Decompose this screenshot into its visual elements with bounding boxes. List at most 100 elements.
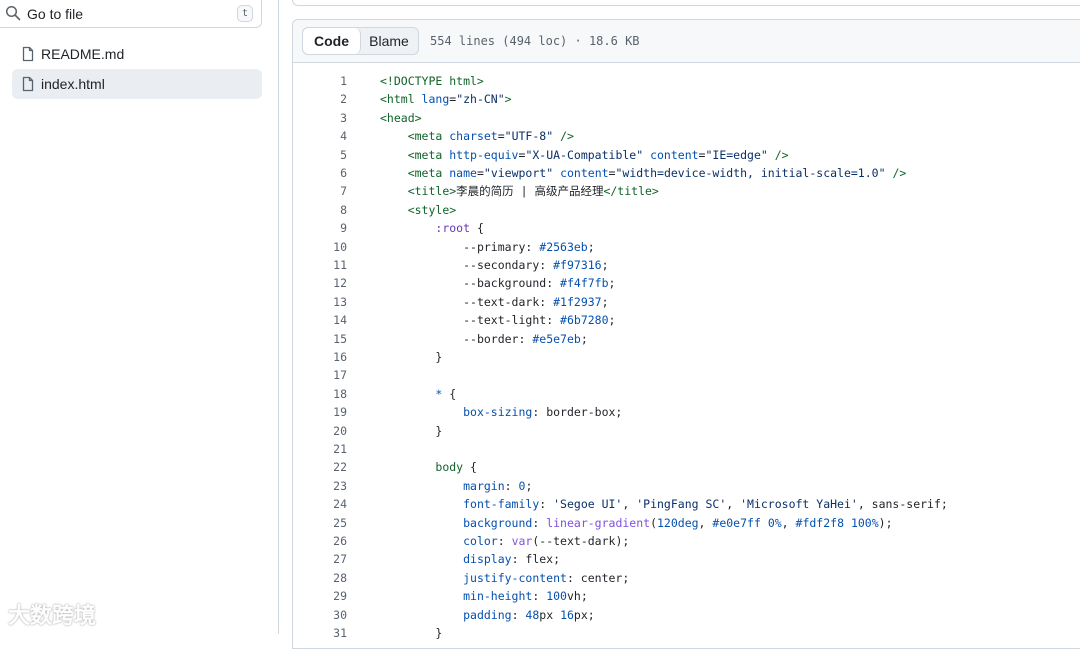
line-content: --background: #f4f7fb; xyxy=(463,276,616,291)
line-content: box-sizing: border-box; xyxy=(463,405,623,420)
code-line: 31 } xyxy=(293,624,1080,642)
code-line: 23 margin: 0; xyxy=(293,477,1080,495)
line-number[interactable]: 26 xyxy=(293,532,347,550)
file-item-readme[interactable]: README.md xyxy=(12,39,262,69)
line-number[interactable]: 31 xyxy=(293,624,347,642)
code-tab[interactable]: Code xyxy=(303,28,361,54)
go-to-file-search[interactable]: Go to file t xyxy=(0,0,262,28)
line-content: --text-dark: #1f2937; xyxy=(463,294,609,309)
code-line: 14 --text-light: #6b7280; xyxy=(293,311,1080,329)
line-number[interactable]: 16 xyxy=(293,348,347,366)
view-mode-toggle: Code Blame xyxy=(302,27,419,55)
line-number[interactable]: 12 xyxy=(293,274,347,292)
code-line: 26 color: var(--text-dark); xyxy=(293,532,1080,550)
line-content: --text-light: #6b7280; xyxy=(463,313,616,328)
line-number[interactable]: 27 xyxy=(293,550,347,568)
line-content: <title>李晨的简历 | 高级产品经理</title> xyxy=(407,184,659,199)
code-line: 16 } xyxy=(293,348,1080,366)
code-viewer: Code Blame 554 lines (494 loc) · 18.6 KB… xyxy=(292,19,1080,649)
line-number[interactable]: 17 xyxy=(293,366,347,384)
line-content: * { xyxy=(435,386,457,401)
line-number[interactable]: 23 xyxy=(293,477,347,495)
code-line: 10 --primary: #2563eb; xyxy=(293,238,1080,256)
line-content: <meta name="viewport" content="width=dev… xyxy=(407,166,907,180)
line-number[interactable]: 14 xyxy=(293,311,347,329)
code-line: 8 <style> xyxy=(293,201,1080,219)
line-number[interactable]: 25 xyxy=(293,514,347,532)
line-number[interactable]: 24 xyxy=(293,495,347,513)
line-number[interactable]: 15 xyxy=(293,330,347,348)
code-line: 11 --secondary: #f97316; xyxy=(293,256,1080,274)
line-number[interactable]: 4 xyxy=(293,127,347,145)
file-name: index.html xyxy=(41,76,105,92)
line-content: padding: 48px 16px; xyxy=(463,607,595,622)
code-line: 1 <!DOCTYPE html> xyxy=(293,72,1080,90)
file-item-index-html[interactable]: index.html xyxy=(12,69,262,99)
code-line: 19 box-sizing: border-box; xyxy=(293,403,1080,421)
line-content: } xyxy=(380,423,443,438)
line-content: <style> xyxy=(407,202,457,217)
line-number[interactable]: 21 xyxy=(293,440,347,458)
line-content: <!DOCTYPE html> xyxy=(380,74,484,88)
file-stats: 554 lines (494 loc) · 18.6 KB xyxy=(430,34,640,48)
line-number[interactable]: 28 xyxy=(293,569,347,587)
file-name: README.md xyxy=(41,46,125,62)
line-number[interactable]: 18 xyxy=(293,385,347,403)
code-line: 6 <meta name="viewport" content="width=d… xyxy=(293,164,1080,182)
line-number[interactable]: 2 xyxy=(293,90,347,108)
line-number[interactable]: 22 xyxy=(293,458,347,476)
code-line: 24 font-family: 'Segoe UI', 'PingFang SC… xyxy=(293,495,1080,513)
line-content: --secondary: #f97316; xyxy=(463,258,609,272)
code-line: 22 body { xyxy=(293,458,1080,476)
line-content: color: var(--text-dark); xyxy=(463,534,630,548)
line-content: justify-content: center; xyxy=(463,570,630,585)
search-placeholder: Go to file xyxy=(27,6,84,22)
code-line: 3 <head> xyxy=(293,109,1080,127)
code-viewer-header: Code Blame 554 lines (494 loc) · 18.6 KB xyxy=(293,20,1080,63)
line-content: <meta charset="UTF-8" /> xyxy=(407,129,574,144)
line-content: <html lang="zh-CN"> xyxy=(380,92,512,107)
code-line: 13 --text-dark: #1f2937; xyxy=(293,293,1080,311)
line-number[interactable]: 13 xyxy=(293,293,347,311)
code-line: 21 xyxy=(293,440,1080,458)
line-number[interactable]: 11 xyxy=(293,256,347,274)
line-number[interactable]: 30 xyxy=(293,606,347,624)
line-number[interactable]: 9 xyxy=(293,219,347,237)
line-number[interactable]: 20 xyxy=(293,422,347,440)
line-number[interactable]: 19 xyxy=(293,403,347,421)
code-line: 28 justify-content: center; xyxy=(293,569,1080,587)
line-content: <head> xyxy=(380,110,422,125)
line-number[interactable]: 29 xyxy=(293,587,347,605)
code-line: 25 background: linear-gradient(120deg, #… xyxy=(293,514,1080,532)
line-number[interactable]: 3 xyxy=(293,109,347,127)
code-line: 7 <title>李晨的简历 | 高级产品经理</title> xyxy=(293,182,1080,200)
line-number[interactable]: 6 xyxy=(293,164,347,182)
code-line: 9 :root { xyxy=(293,219,1080,237)
file-icon xyxy=(22,46,34,62)
line-number[interactable]: 5 xyxy=(293,146,347,164)
blame-tab[interactable]: Blame xyxy=(360,28,418,54)
line-content: } xyxy=(380,626,443,640)
line-content: --border: #e5e7eb; xyxy=(463,331,588,346)
code-line: 29 min-height: 100vh; xyxy=(293,587,1080,605)
line-content: <meta http-equiv="X-UA-Compatible" conte… xyxy=(407,147,789,162)
search-icon xyxy=(5,5,21,21)
line-content: --primary: #2563eb; xyxy=(463,239,595,254)
line-number[interactable]: 10 xyxy=(293,238,347,256)
line-content: margin: 0; xyxy=(463,478,533,493)
line-content: font-family: 'Segoe UI', 'PingFang SC', … xyxy=(463,497,948,512)
line-number[interactable]: 8 xyxy=(293,201,347,219)
keyboard-shortcut-hint: t xyxy=(237,5,253,22)
code-line: 2 <html lang="zh-CN"> xyxy=(293,90,1080,108)
code-line: 5 <meta http-equiv="X-UA-Compatible" con… xyxy=(293,146,1080,164)
line-content: body { xyxy=(435,460,477,475)
code-line: 20 } xyxy=(293,422,1080,440)
line-content: min-height: 100vh; xyxy=(463,589,588,604)
code-line: 27 display: flex; xyxy=(293,550,1080,568)
code-line: 18 * { xyxy=(293,385,1080,403)
line-number[interactable]: 7 xyxy=(293,182,347,200)
line-content: :root { xyxy=(435,221,484,236)
line-content: display: flex; xyxy=(463,552,561,567)
watermark-logo: 大数跨境 xyxy=(8,603,97,628)
line-number[interactable]: 1 xyxy=(293,72,347,90)
